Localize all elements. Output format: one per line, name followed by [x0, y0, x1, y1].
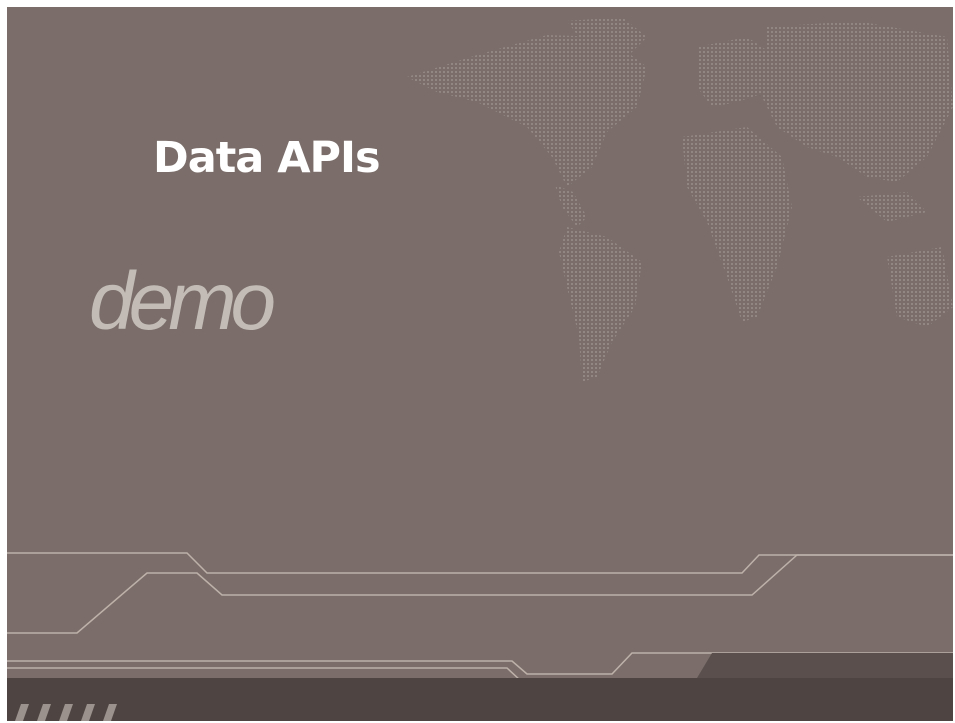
slide: Data APIs demo	[7, 7, 953, 721]
footer-bar	[7, 678, 953, 721]
circuit-lines-graphic	[7, 552, 953, 721]
footer-stripes-graphic	[15, 704, 117, 721]
